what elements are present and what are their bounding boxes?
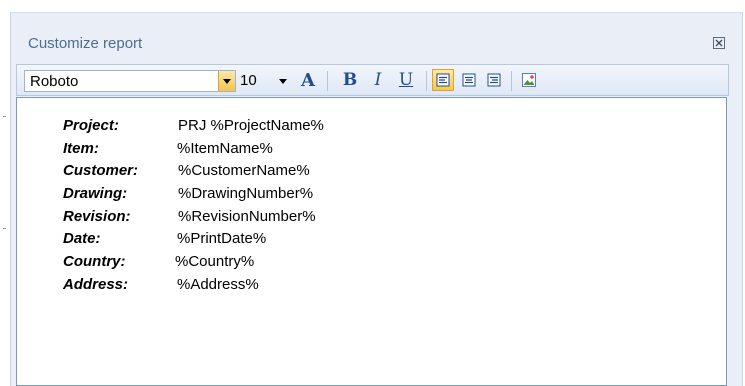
field-value: %CustomerName%	[178, 162, 310, 179]
font-family-select[interactable]: Roboto	[24, 70, 236, 92]
italic-icon[interactable]: I	[367, 69, 389, 91]
field-value: PRJ %ProjectName%	[178, 117, 324, 134]
underline-icon[interactable]: U	[395, 69, 417, 91]
customize-report-dialog: Customize report Roboto 10 A B I U Proje…	[10, 12, 743, 386]
dialog-titlebar: Customize report	[11, 13, 742, 61]
toolbar-separator	[426, 71, 427, 91]
field-value: %ItemName%	[177, 140, 273, 157]
format-toolbar: Roboto 10 A B I U	[16, 64, 729, 96]
bold-icon[interactable]: B	[339, 69, 361, 91]
dialog-title: Customize report	[28, 35, 143, 52]
toolbar-separator	[327, 71, 328, 91]
edge-tick	[3, 116, 6, 117]
insert-image-icon[interactable]	[518, 69, 540, 91]
field-value: %DrawingNumber%	[178, 185, 314, 202]
edge-tick	[3, 228, 6, 229]
align-right-icon[interactable]	[483, 69, 505, 91]
field-label: Customer:	[63, 162, 139, 179]
font-family-value: Roboto	[30, 73, 79, 90]
field-label: Drawing:	[63, 185, 128, 202]
field-value: %Address%	[177, 276, 259, 293]
left-edge-strip	[0, 0, 10, 385]
font-dropdown-icon[interactable]	[218, 71, 235, 91]
field-label: Item:	[63, 140, 99, 157]
report-editor[interactable]: Project: PRJ %ProjectName% Item: %ItemNa…	[16, 97, 727, 386]
field-value: %PrintDate%	[177, 230, 267, 247]
field-label: Country:	[63, 253, 126, 270]
field-label: Date:	[63, 230, 101, 247]
align-left-icon[interactable]	[432, 69, 454, 91]
font-size-value[interactable]: 10	[240, 72, 257, 89]
toolbar-separator	[511, 71, 512, 91]
field-label: Address:	[63, 276, 129, 293]
close-icon[interactable]	[711, 35, 727, 51]
align-center-icon[interactable]	[458, 69, 480, 91]
field-value: %Country%	[175, 253, 255, 270]
field-value: %RevisionNumber%	[178, 208, 316, 225]
field-label: Revision:	[63, 208, 131, 225]
field-label: Project:	[63, 117, 119, 134]
font-color-icon[interactable]: A	[297, 69, 319, 91]
size-dropdown-icon[interactable]	[279, 79, 287, 84]
